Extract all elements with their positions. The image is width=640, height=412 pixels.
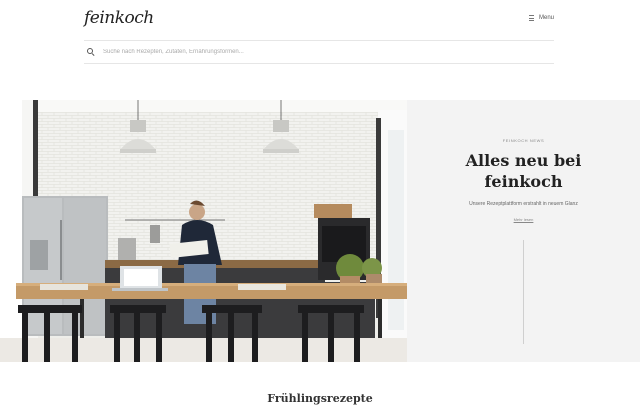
search-input[interactable] — [103, 49, 523, 55]
hero-panel: FEINKOCH NEWS Alles neu bei feinkoch Uns… — [407, 100, 640, 362]
feinkoch-logo[interactable]: feinkoch — [84, 8, 154, 28]
search-icon[interactable] — [86, 47, 96, 57]
hero-title-line1: Alles neu bei — [465, 151, 582, 170]
hero-title-line2: feinkoch — [484, 172, 563, 191]
hero-title: Alles neu bei feinkoch — [407, 150, 640, 192]
site-header: feinkoch Menu — [0, 0, 640, 100]
section-title: Frühlingsrezepte — [267, 392, 373, 405]
hero-image[interactable] — [0, 100, 407, 362]
kitchen-illustration — [0, 100, 407, 362]
hero-subtitle: Unsere Rezeptplattform erstrahlt in neue… — [469, 201, 578, 207]
search-bar — [84, 40, 554, 64]
divider-line — [523, 240, 524, 344]
menu-label: Menu — [538, 15, 554, 21]
hamburger-icon — [528, 15, 534, 21]
menu-button[interactable]: Menu — [528, 15, 554, 21]
read-more-link[interactable]: Mehr lesen — [407, 217, 640, 222]
hero-kicker: FEINKOCH NEWS — [502, 138, 545, 143]
